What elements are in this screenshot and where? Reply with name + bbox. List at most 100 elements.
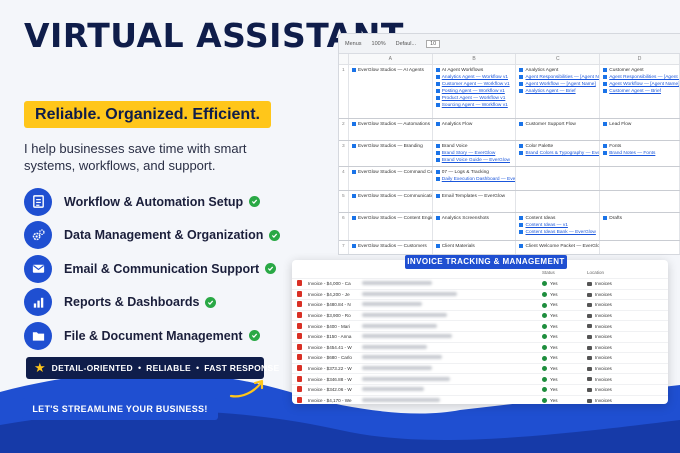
location-value[interactable]: Invoices <box>595 313 612 318</box>
column-header-cell[interactable]: D <box>600 54 680 64</box>
cell-link[interactable]: Brand Voice Guide — EverGlow <box>435 157 513 164</box>
column-header-cell[interactable]: C <box>516 54 601 64</box>
row-number: 2 <box>339 119 349 140</box>
sheet-cell[interactable]: EverGlow Studios — AI Agents <box>349 65 433 118</box>
table-row[interactable]: Invoice - $3,900 - Ro Yes Invoices <box>292 309 668 321</box>
cell-link[interactable]: Sourcing Agent — Workflow v1 <box>435 102 513 109</box>
menus-button[interactable]: Menus <box>345 41 362 47</box>
invoice-name[interactable]: Invoice - $480.84 - N <box>308 302 362 307</box>
row-number: 3 <box>339 141 349 166</box>
table-row[interactable]: Invoice - $400 - Mari Yes Invoices <box>292 320 668 331</box>
font-select[interactable]: Defaul... <box>396 41 416 47</box>
cell-text: Analytics Agent — Brief <box>525 89 576 94</box>
cell-link[interactable]: Agent Responsibilities — [Agent Name] <box>519 74 599 81</box>
invoice-name[interactable]: Invoice - $454.41 - W <box>308 345 362 350</box>
sheet-cell[interactable]: EverGlow Studios — Command Center <box>349 167 433 190</box>
sheet-cell[interactable]: Customer Support Flow <box>516 119 601 140</box>
location-value[interactable]: Invoices <box>595 398 612 403</box>
zoom-select[interactable]: 100% <box>372 41 386 47</box>
sheet-cell[interactable]: EverGlow Studios — Automations <box>349 119 433 140</box>
cell-link[interactable]: Posting Agent — Workflow v1 <box>435 88 513 95</box>
cell-link[interactable]: Agent Responsibilities — [Agent Name] <box>603 74 679 81</box>
status-dot-icon <box>542 345 547 350</box>
table-row[interactable]: Invoice - $342.06 - W Yes Invoices <box>292 383 668 395</box>
sheet-cell[interactable]: Fonts Brand Notes — Fonts <box>600 141 680 166</box>
sheet-cell[interactable] <box>600 191 680 212</box>
location-value[interactable]: Invoices <box>595 324 612 329</box>
invoice-name[interactable]: Invoice - $346.88 - W <box>308 377 362 382</box>
curved-arrow-icon <box>229 379 264 398</box>
table-row[interactable]: Invoice - $346.88 - W Yes Invoices <box>292 373 668 384</box>
sheet-cell[interactable]: EverGlow Studios — Communications <box>349 191 433 212</box>
sheet-cell[interactable]: Brand Voice Brand Story — EverGlow Brand V… <box>433 141 517 166</box>
invoice-name[interactable]: Invoice - $342.06 - W <box>308 387 362 392</box>
sheet-cell[interactable]: EverGlow Studios — Content Engine <box>349 213 433 240</box>
cell-text: EverGlow Studios — Content Engine <box>357 216 433 221</box>
sheet-cell[interactable]: Client Welcome Packet — EverGlow <box>516 241 601 254</box>
sheet-cell[interactable]: AI Agent Workflows Analytics Agent — Work… <box>433 65 517 118</box>
cell-text: EverGlow Studios — Branding <box>357 144 423 149</box>
cell-link[interactable]: Brand Story — EverGlow <box>435 150 513 157</box>
sheet-cell[interactable]: EverGlow Studios — Branding <box>349 141 433 166</box>
column-header-cell[interactable]: B <box>433 54 517 64</box>
cta-banner[interactable]: LET'S STREAMLINE YOUR BUSINESS! <box>22 398 218 420</box>
sheet-cell[interactable]: Analytics Screenshots <box>433 213 517 240</box>
sheet-cell[interactable]: EverGlow Studios — Customers <box>349 241 433 254</box>
location-value[interactable]: Invoices <box>595 355 612 360</box>
table-row[interactable]: Invoice - $4,200 - Je Yes Invoices <box>292 288 668 300</box>
invoice-name[interactable]: Invoice - $373.22 - W <box>308 366 362 371</box>
invoice-name[interactable]: Invoice - $4,170 - We <box>308 398 362 403</box>
status-value: Yes <box>550 387 558 393</box>
sheet-cell[interactable]: Color Palette Brand Colors & Typography —… <box>516 141 601 166</box>
cell-link[interactable]: Analytics Agent — Workflow v1 <box>435 74 513 81</box>
sheet-cell[interactable]: Analytics Flow <box>433 119 517 140</box>
cell-link[interactable]: Customer Agent — Brief <box>603 88 676 95</box>
sheet-cell[interactable]: Client Materials <box>433 241 517 254</box>
table-row[interactable]: Invoice - $373.22 - W Yes Invoices <box>292 362 668 374</box>
cell-link[interactable]: Brand Colors & Typography — EverGlow <box>519 150 599 157</box>
cell-link[interactable]: Product Agent — Workflow v1 <box>435 95 513 102</box>
sheet-cell[interactable]: Email Templates — EverGlow <box>433 191 517 212</box>
invoice-name[interactable]: Invoice - $400 - Mari <box>308 324 362 329</box>
sheet-cell[interactable]: Drafts <box>600 213 680 240</box>
table-row[interactable]: Invoice - $680 - Carlo Yes Invoices <box>292 352 668 363</box>
cell-link[interactable]: Brand Notes — Fonts <box>603 150 676 157</box>
cell-link[interactable]: Agent Workflow — [Agent Name] <box>603 81 679 88</box>
invoice-name[interactable]: Invoice - $3,900 - Ro <box>308 313 362 318</box>
status-dot-icon <box>542 397 547 403</box>
table-row[interactable]: Invoice - $480.84 - N Yes Invoices <box>292 299 668 310</box>
sheet-cell[interactable] <box>516 191 601 212</box>
table-row[interactable]: Invoice - $454.41 - W Yes Invoices <box>292 341 668 353</box>
table-row[interactable]: Invoice - $4,170 - We Yes Invoices <box>292 394 668 404</box>
location-value[interactable]: Invoices <box>595 366 612 371</box>
cell-link[interactable]: Customer Agent — Workflow v1 <box>435 81 513 88</box>
invoice-name[interactable]: Invoice - $680 - Carlo <box>308 355 362 360</box>
location-value[interactable]: Invoices <box>595 387 612 392</box>
column-header-cell[interactable]: A <box>349 54 433 64</box>
invoice-name[interactable]: Invoice - $4,000 - Ca <box>308 281 362 286</box>
location-value[interactable]: Invoices <box>595 334 612 339</box>
sheet-cell[interactable] <box>516 167 601 190</box>
cell-link[interactable]: Daily Execution Dashboard — EverGlow Stu… <box>435 176 515 183</box>
sheet-cell[interactable]: Customer Agent Agent Responsibilities — [… <box>600 65 680 118</box>
cell-link[interactable]: Agent Workflow — [Agent Name] <box>519 81 596 88</box>
font-size-field[interactable]: 10 <box>426 39 441 48</box>
sheet-cell[interactable]: Analytics Agent Agent Responsibilities — … <box>516 65 601 118</box>
sheet-cell[interactable]: Lead Flow <box>600 119 680 140</box>
sheet-cell[interactable] <box>600 167 680 190</box>
location-value[interactable]: Invoices <box>595 292 612 297</box>
location-value[interactable]: Invoices <box>595 345 612 350</box>
invoice-name[interactable]: Invoice - $4,200 - Je <box>308 292 362 297</box>
location-value[interactable]: Invoices <box>595 281 612 286</box>
table-row[interactable]: Invoice - $4,000 - Ca Yes Invoices <box>292 278 668 289</box>
location-value[interactable]: Invoices <box>595 302 612 307</box>
sheet-cell[interactable] <box>600 241 680 254</box>
cell-link[interactable]: Content Ideas — v1 <box>519 222 596 229</box>
sheet-cell[interactable]: Content Ideas Content Ideas — v1 Content I… <box>516 213 601 240</box>
table-row[interactable]: Invoice - $150 - Anna Yes Invoices <box>292 330 668 342</box>
cell-link[interactable]: Analytics Agent — Brief <box>519 88 596 95</box>
cell-link[interactable]: Content Ideas Bank — EverGlow <box>519 229 596 236</box>
location-value[interactable]: Invoices <box>595 377 612 382</box>
invoice-name[interactable]: Invoice - $150 - Anna <box>308 334 362 339</box>
sheet-cell[interactable]: 07 — Logs & Tracking Daily Execution Dash… <box>433 167 517 190</box>
